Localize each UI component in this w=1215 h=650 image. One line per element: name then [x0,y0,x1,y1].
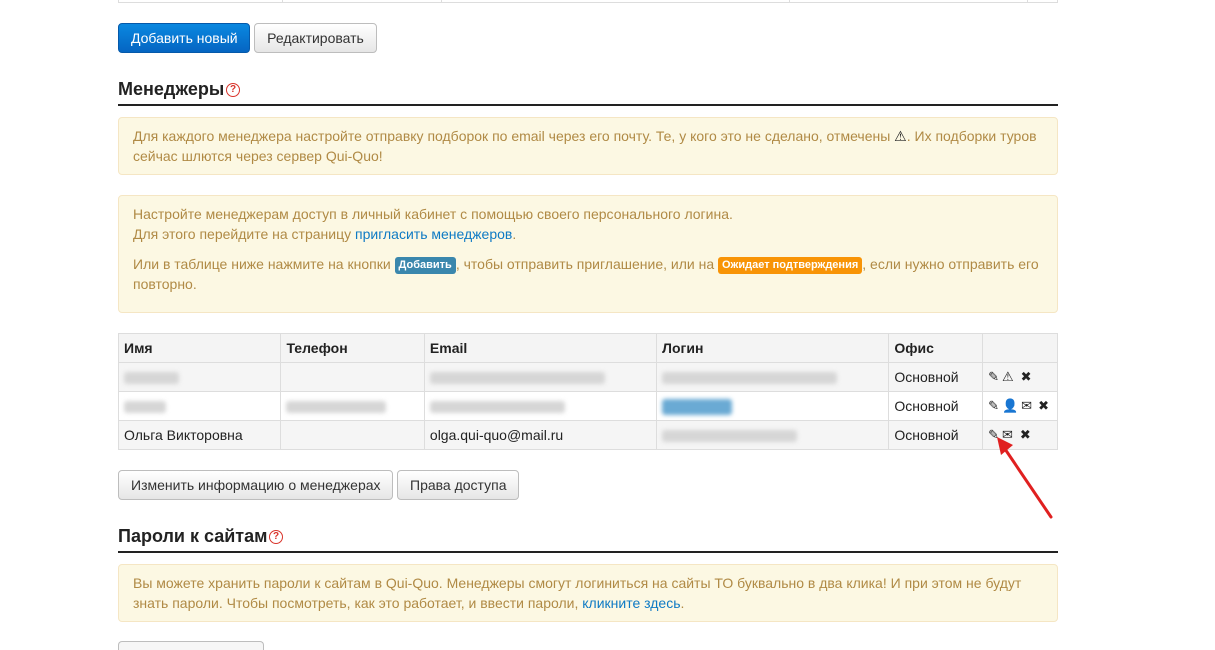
redacted-text [662,430,798,443]
access-rights-button[interactable]: Права доступа [397,470,519,500]
redacted-text [124,401,166,414]
alert-line: Для этого перейдите на страницу пригласи… [133,224,1043,244]
column-header: Имя [117,333,282,363]
passwords-alert: Вы можете хранить пароли к сайтам в Qui-… [118,564,1058,622]
alert-line: Или в таблице ниже нажмите на кнопки Доб… [133,254,1043,294]
column-header: Телефон [280,333,425,363]
user-icon[interactable]: 👤 [1002,398,1019,414]
login-cell [656,362,890,392]
annotation-arrow [997,437,1053,519]
alert-line: Настройте менеджерам доступ в личный каб… [133,206,733,222]
phone-cell [280,420,425,450]
warning-icon[interactable]: ⚠ [1002,369,1015,385]
invite-managers-link[interactable]: пригласить менеджеров [355,226,512,242]
redacted-text [662,398,733,415]
office-cell: Основной [888,420,984,450]
table-row: Основной ✎ ⚠ ✖ [117,362,1058,392]
alert-text: , чтобы отправить приглашение, или на [455,256,718,272]
table-row: Основной ✎ 👤 ✉ ✖ [117,391,1058,421]
login-cell [656,391,890,421]
edit-icon[interactable]: ✎ [988,398,1000,414]
login-cell [656,420,890,450]
edit-icon[interactable]: ✎ [988,369,1000,385]
phone-cell [280,391,425,421]
edit-button[interactable]: Редактировать [254,23,377,53]
email-cell: olga.qui-quo@mail.ru [423,420,658,450]
name-cell [117,391,282,421]
actions-header [982,333,1058,363]
managers-title: Менеджеры [118,79,225,99]
alert-text: Вы можете хранить пароли к сайтам в Qui-… [133,575,1022,611]
delete-icon[interactable]: ✖ [1038,398,1050,414]
email-cell [423,362,658,392]
name-cell [117,362,282,392]
delete-icon[interactable]: ✖ [1021,369,1033,385]
redacted-text [429,401,565,414]
passwords-title: Пароли к сайтам [118,526,268,546]
office-cell: Основной [888,391,984,421]
alert-text: Или в таблице ниже нажмите на кнопки [133,256,395,272]
change-managers-info-button[interactable]: Изменить информацию о менеджерах [118,470,393,500]
column-header: Email [423,333,658,363]
help-icon[interactable]: ? [226,83,240,97]
name-cell: Ольга Викторовна [117,420,282,450]
table-header-row: Имя Телефон Email Логин Офис [117,333,1058,363]
pending-badge: Ожидает подтверждения [718,256,863,274]
add-badge: Добавить [394,256,456,274]
mail-icon[interactable]: ✉ [1021,398,1033,414]
column-header: Логин [656,333,890,363]
click-here-link[interactable]: кликните здесь [582,595,680,611]
previous-table-edge [118,0,1058,3]
actions-cell: ✎ 👤 ✉ ✖ [982,391,1058,421]
redacted-text [124,372,179,385]
redacted-text [286,401,387,414]
alert-text: . [680,595,685,611]
email-cell [423,391,658,421]
warning-icon: ⚠ [894,128,907,144]
help-icon[interactable]: ? [269,530,283,544]
cut-off-button[interactable] [118,641,264,650]
add-new-button[interactable]: Добавить новый [118,23,250,53]
alert-text: Для этого перейдите на страницу [133,226,356,242]
table-row: Ольга Викторовна olga.qui-quo@mail.ru Ос… [117,420,1058,450]
alert-text: . [512,226,517,242]
office-cell: Основной [888,362,984,392]
phone-cell [280,362,425,392]
access-alert: Настройте менеджерам доступ в личный каб… [118,195,1058,313]
redacted-text [429,372,605,385]
managers-heading: Менеджеры ? [118,79,1058,106]
alert-text: Для каждого менеджера настройте отправку… [133,128,895,144]
actions-cell: ✎ ⚠ ✖ [982,362,1058,392]
redacted-text [662,372,838,385]
email-settings-alert: Для каждого менеджера настройте отправку… [118,117,1058,175]
managers-table: Имя Телефон Email Логин Офис Основной ✎ ⚠… [117,333,1058,450]
passwords-heading: Пароли к сайтам ? [118,526,1058,553]
column-header: Офис [888,333,984,363]
